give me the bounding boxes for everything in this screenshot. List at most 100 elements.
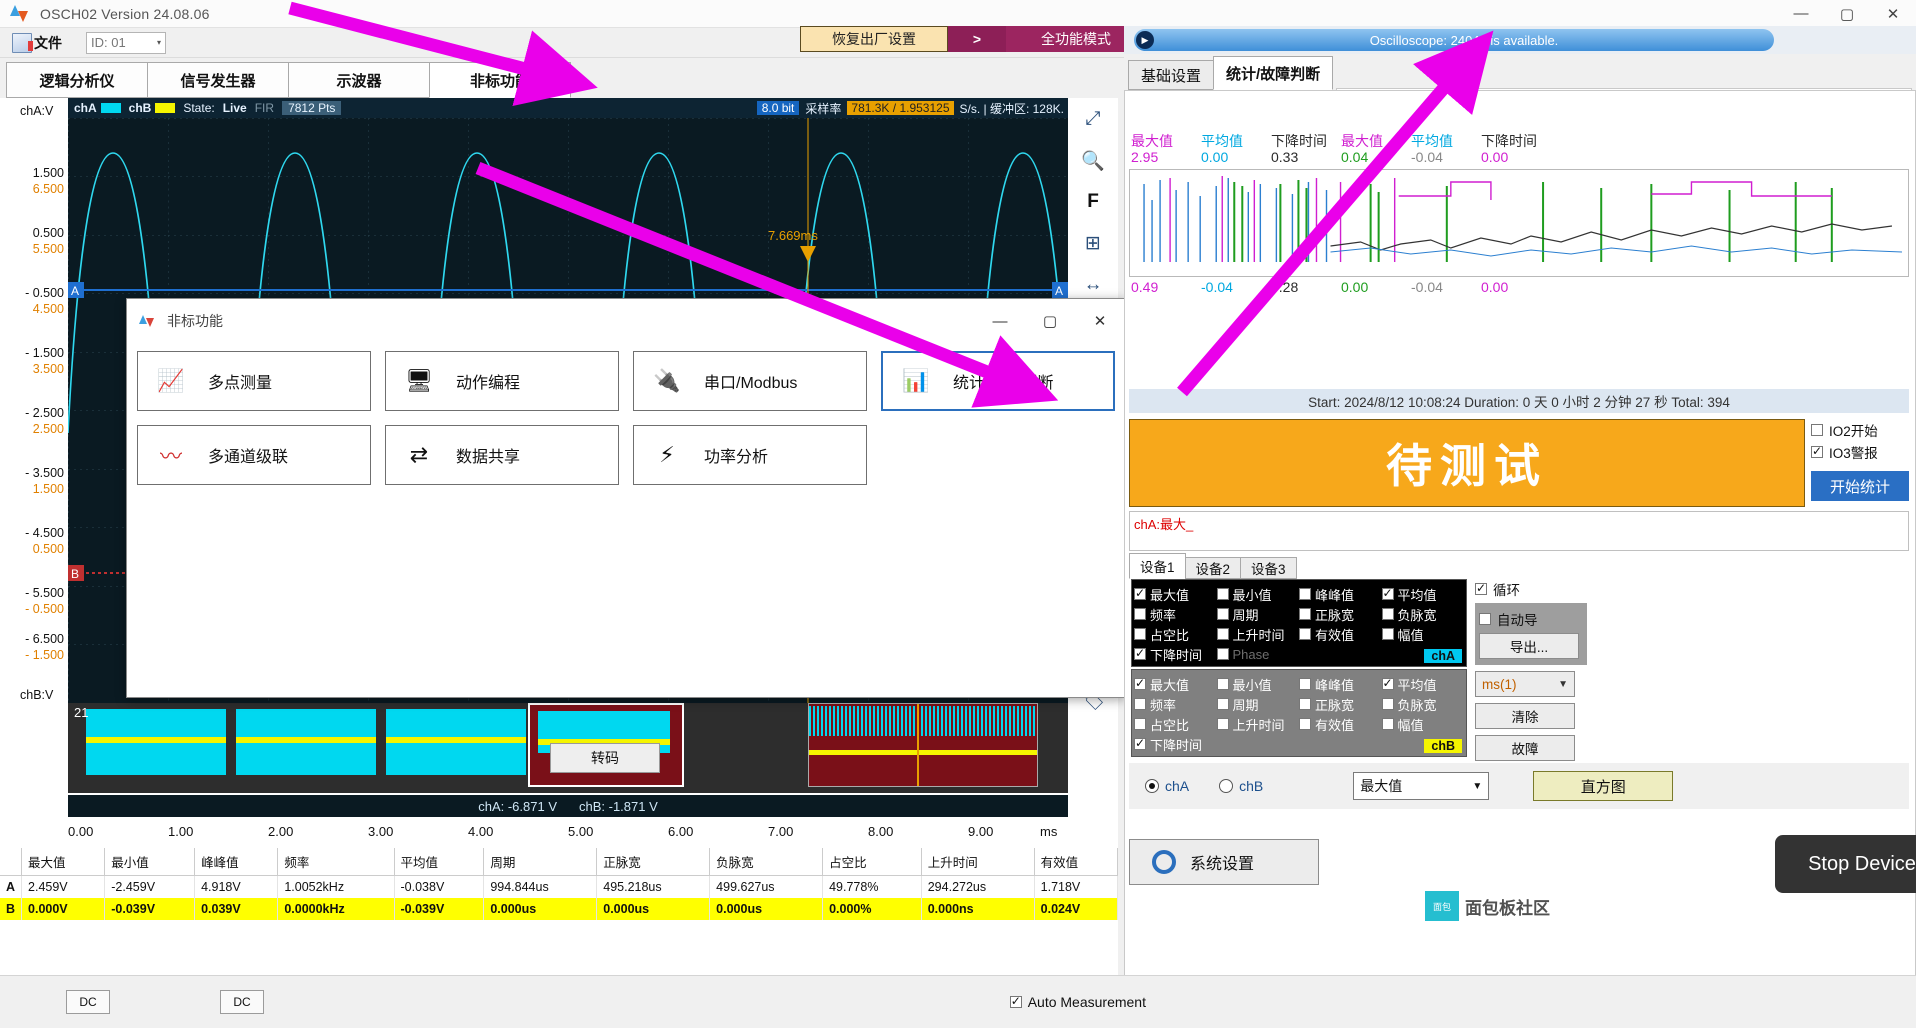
channel-note-field[interactable]: chA:最大_: [1129, 511, 1909, 551]
cell: 49.778%: [823, 876, 922, 899]
fullscreen-icon[interactable]: ⤢: [1075, 102, 1111, 137]
loop-checkbox[interactable]: 循环: [1475, 577, 1587, 601]
burst-block[interactable]: [86, 709, 226, 775]
io2-start-checkbox[interactable]: IO2开始: [1811, 419, 1913, 441]
radio-chB[interactable]: chB: [1219, 778, 1263, 794]
maximize-button[interactable]: ▢: [1824, 0, 1870, 28]
opt-chA-min[interactable]: 最小值: [1217, 584, 1300, 604]
opt-chB-duty[interactable]: 占空比: [1134, 714, 1217, 734]
auto-measurement-checkbox[interactable]: Auto Measurement: [1010, 994, 1146, 1010]
opt-chB-rms[interactable]: 有效值: [1299, 714, 1382, 734]
function-card-power-analysis[interactable]: ⚡ 功率分析: [633, 425, 867, 485]
start-statistics-button[interactable]: 开始统计: [1811, 471, 1909, 501]
export-button[interactable]: 导出...: [1479, 633, 1579, 659]
tab-nonstandard-functions[interactable]: 非标功能: [429, 62, 571, 98]
opt-chA-mean[interactable]: 平均值: [1382, 584, 1465, 604]
opt-chB-period[interactable]: 周期: [1217, 694, 1300, 714]
function-card-data-share[interactable]: ⇄ 数据共享: [385, 425, 619, 485]
tab-device-2[interactable]: 设备2: [1185, 557, 1242, 579]
statistics-mini-chart[interactable]: [1129, 169, 1909, 277]
opt-chB-min[interactable]: 最小值: [1217, 674, 1300, 694]
burst-strip[interactable]: 21 转码: [68, 703, 1068, 793]
grid-icon[interactable]: ⊞: [1075, 227, 1111, 262]
function-card-multi-channel-cascade[interactable]: 〰 多通道级联: [137, 425, 371, 485]
close-button[interactable]: ✕: [1870, 0, 1916, 28]
opt-chA-amplitude[interactable]: 幅值: [1382, 624, 1465, 644]
opt-chB-max[interactable]: 最大值: [1134, 674, 1217, 694]
dc-coupling-chB[interactable]: DC: [220, 990, 264, 1014]
opt-chB-freq[interactable]: 频率: [1134, 694, 1217, 714]
metric-select[interactable]: 最大值 ▼: [1353, 772, 1489, 800]
full-mode-button[interactable]: > 全功能模式: [948, 26, 1146, 52]
opt-chA-period[interactable]: 周期: [1217, 604, 1300, 624]
fir-filter-icon[interactable]: F: [1075, 185, 1111, 220]
opt-chB-mean[interactable]: 平均值: [1382, 674, 1465, 694]
tab-device-1[interactable]: 设备1: [1129, 553, 1186, 579]
device-id-select[interactable]: ID: 01 ▾: [86, 32, 166, 54]
th-10: 上升时间: [921, 848, 1034, 876]
stop-device-button[interactable]: Stop Device: [1775, 835, 1916, 893]
auto-export-checkbox[interactable]: 自动导: [1479, 607, 1583, 631]
opt-chB-pos-width[interactable]: 正脉宽: [1299, 694, 1382, 714]
radio-chA[interactable]: chA: [1145, 778, 1189, 794]
function-card-label: 统计/故障判断: [953, 369, 1053, 393]
opt-chA-pos-width[interactable]: 正脉宽: [1299, 604, 1382, 624]
dialog-maximize-button[interactable]: ▢: [1025, 299, 1075, 343]
file-menu-button[interactable]: 文件: [12, 33, 62, 53]
system-settings-button[interactable]: 系统设置: [1129, 839, 1319, 885]
opt-chA-fall[interactable]: 下降时间: [1134, 644, 1217, 664]
opt-chA-phase[interactable]: Phase: [1217, 644, 1300, 664]
burst-block-dense[interactable]: [808, 703, 1038, 787]
dialog-close-button[interactable]: ✕: [1075, 299, 1125, 343]
zoom-in-icon[interactable]: 🔍: [1075, 144, 1111, 179]
svg-text:7.669ms: 7.669ms: [768, 228, 818, 243]
function-card-action-programming[interactable]: 🖥 动作编程: [385, 351, 619, 411]
opt-chB-pkpk[interactable]: 峰峰值: [1299, 674, 1382, 694]
chB-chip[interactable]: chB: [129, 101, 176, 115]
tab-oscilloscope[interactable]: 示波器: [288, 62, 430, 98]
chA-label: chA: [74, 101, 97, 115]
clear-button[interactable]: 清除: [1475, 703, 1575, 729]
y-tick-a-0: 1.500: [33, 166, 64, 180]
tab-basic-settings[interactable]: 基础设置: [1128, 60, 1214, 90]
opt-label: 上升时间: [1233, 715, 1285, 734]
opt-chA-rise[interactable]: 上升时间: [1217, 624, 1300, 644]
dc-coupling-chA[interactable]: DC: [66, 990, 110, 1014]
burst-block[interactable]: [236, 709, 376, 775]
measurement-options-chB: 最大值 最小值 峰峰值 平均值 频率 周期 正脉宽 负脉宽 占空比 上升时间 有…: [1131, 669, 1467, 757]
opt-chA-freq[interactable]: 频率: [1134, 604, 1217, 624]
chA-chip[interactable]: chA: [74, 101, 121, 115]
opt-chA-max[interactable]: 最大值: [1134, 584, 1217, 604]
tab-signal-generator[interactable]: 信号发生器: [147, 62, 289, 98]
tab-statistics-fault[interactable]: 统计/故障判断: [1213, 56, 1333, 90]
opt-chA-pkpk[interactable]: 峰峰值: [1299, 584, 1382, 604]
factory-reset-button[interactable]: 恢复出厂设置: [800, 26, 948, 52]
row-channel: B: [0, 898, 22, 920]
y-tick-b-6: 0.500: [33, 542, 64, 556]
opt-chB-neg-width[interactable]: 负脉宽: [1382, 694, 1465, 714]
minimize-button[interactable]: —: [1778, 0, 1824, 28]
function-card-serial-modbus[interactable]: 🔌 串口/Modbus: [633, 351, 867, 411]
histogram-button[interactable]: 直方图: [1533, 771, 1673, 801]
opt-chB-amplitude[interactable]: 幅值: [1382, 714, 1465, 734]
fault-button[interactable]: 故障: [1475, 735, 1575, 761]
io3-alarm-checkbox[interactable]: IO3警报: [1811, 441, 1913, 463]
tab-logic-analyzer[interactable]: 逻辑分析仪: [6, 62, 148, 98]
table-row[interactable]: A 2.459V -2.459V 4.918V 1.0052kHz -0.038…: [0, 876, 1118, 899]
burst-block[interactable]: [386, 709, 526, 775]
unit-select[interactable]: ms(1) ▼: [1475, 671, 1575, 697]
function-card-multi-point-measure[interactable]: 📈 多点测量: [137, 351, 371, 411]
table-row[interactable]: B 0.000V -0.039V 0.039V 0.0000kHz -0.039…: [0, 898, 1118, 920]
opt-chB-rise[interactable]: 上升时间: [1217, 714, 1300, 734]
nonstandard-functions-dialog[interactable]: 非标功能 — ▢ ✕ 📈 多点测量 🖥 动作编程 🔌 串口/Modbus 📊 统…: [126, 298, 1126, 698]
opt-chB-fall[interactable]: 下降时间: [1134, 734, 1217, 754]
dialog-minimize-button[interactable]: —: [975, 299, 1025, 343]
tab-device-3[interactable]: 设备3: [1240, 557, 1297, 579]
scope-status-bar: chA chB State: Live FIR 7812 Pts 8.0 bit…: [68, 98, 1068, 118]
transcode-button[interactable]: 转码: [550, 743, 660, 773]
opt-chA-rms[interactable]: 有效值: [1299, 624, 1382, 644]
opt-chA-duty[interactable]: 占空比: [1134, 624, 1217, 644]
function-card-statistics-fault[interactable]: 📊 统计/故障判断: [881, 351, 1115, 411]
opt-chA-neg-width[interactable]: 负脉宽: [1382, 604, 1465, 624]
device-status-pill[interactable]: ▶ Oscilloscope: 24045 is available.: [1134, 29, 1774, 51]
